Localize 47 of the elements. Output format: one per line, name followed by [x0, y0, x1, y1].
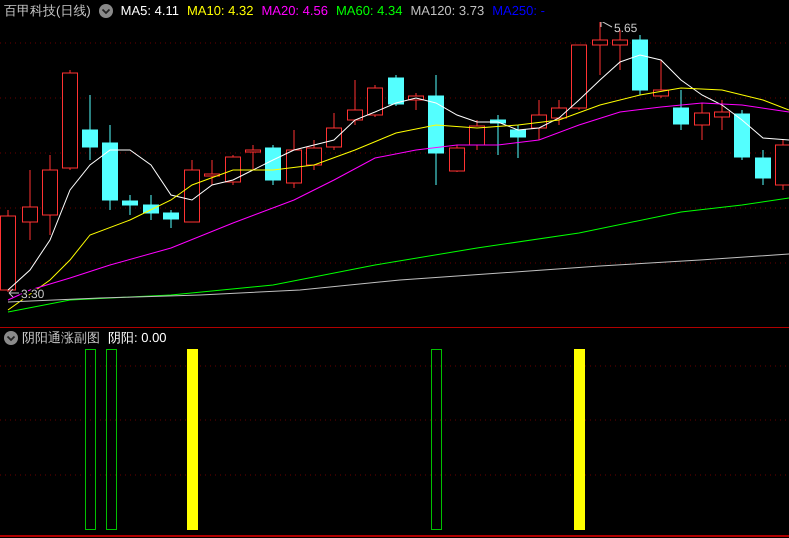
candlestick	[673, 90, 689, 130]
candlestick	[714, 100, 730, 130]
price-label: 5.65	[614, 22, 638, 35]
indicator-value: MA60: 4.34	[336, 2, 402, 20]
candlestick	[653, 60, 669, 98]
candlestick	[326, 112, 342, 150]
candlestick	[734, 110, 750, 160]
candlestick	[286, 130, 302, 188]
stock-title: 百甲科技(日线)	[4, 2, 91, 20]
candlestick	[755, 150, 771, 186]
indicator-value: MA120: 3.73	[410, 2, 484, 20]
candlestick	[204, 160, 220, 186]
panel-title: 阴阳通涨副图	[22, 328, 100, 347]
candlestick	[163, 210, 179, 228]
candlestick	[347, 80, 363, 126]
indicator-value: 阴阳: 0.00	[108, 328, 167, 347]
indicator-value: MA10: 4.32	[186, 2, 254, 20]
candlestick	[775, 140, 789, 190]
candlestick	[531, 100, 547, 140]
candlestick	[184, 160, 200, 222]
candlestick	[306, 140, 322, 170]
candlestick	[388, 74, 404, 106]
candlestick	[490, 114, 506, 156]
candlestick	[592, 22, 608, 76]
candlestick	[143, 194, 159, 220]
candlestick	[449, 144, 465, 172]
candlestick	[367, 84, 383, 118]
pointer-arrow-icon	[600, 22, 612, 28]
candlestick	[225, 154, 241, 186]
indicator-value: MA250: -	[492, 2, 545, 20]
candlestick	[122, 194, 138, 216]
pointer-arrow-icon	[8, 288, 20, 298]
candlestick	[694, 102, 710, 140]
candlestick	[265, 144, 281, 186]
candlestick	[245, 144, 261, 170]
candlestick	[510, 124, 526, 158]
candlestick	[469, 120, 485, 150]
indicator-value: MA20: 4.56	[261, 2, 328, 20]
candlestick	[551, 100, 567, 126]
candlestick	[82, 94, 98, 160]
candlestick	[408, 92, 424, 110]
candlestick	[632, 34, 648, 96]
candlestick	[22, 170, 38, 240]
dropdown-icon[interactable]	[4, 330, 18, 344]
candlestick	[571, 44, 587, 110]
dropdown-icon[interactable]	[98, 4, 113, 18]
indicator-value: MA5: 4.11	[120, 2, 179, 20]
